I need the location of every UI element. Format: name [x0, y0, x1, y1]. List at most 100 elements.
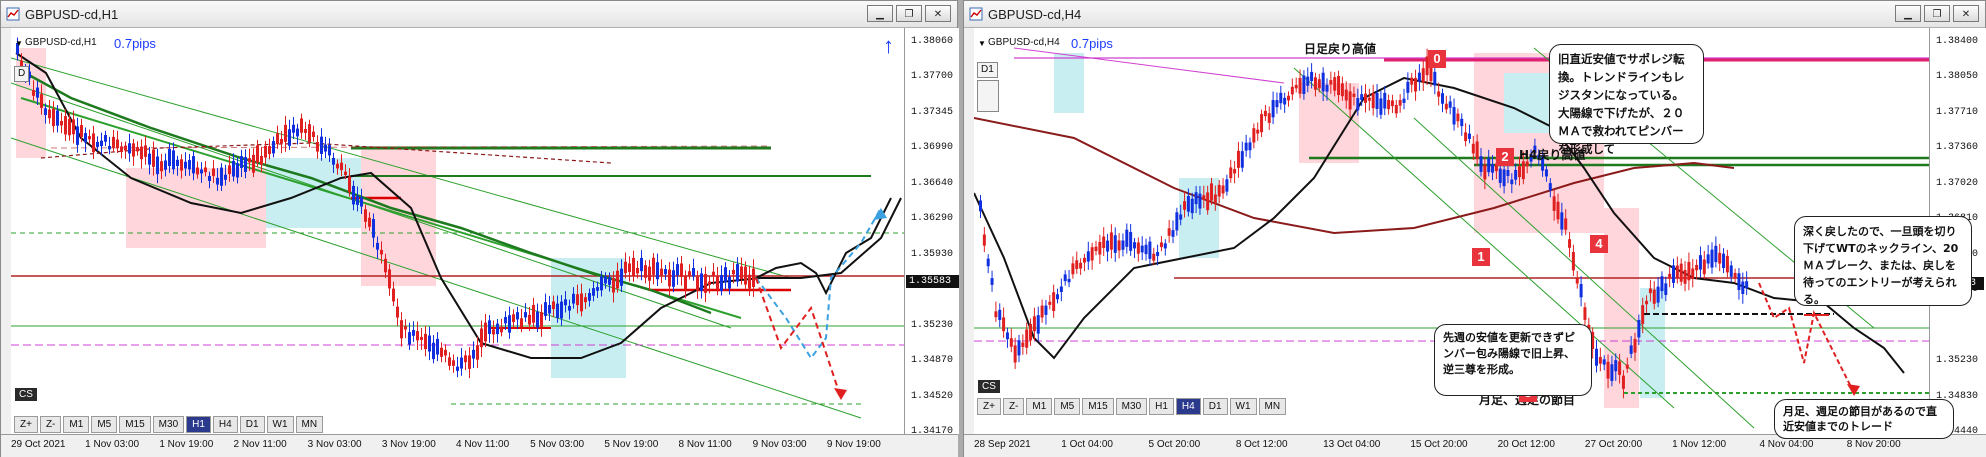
timeframe-button-m15[interactable]: M15 — [1082, 398, 1114, 415]
left-price-axis[interactable]: 1.35583 1.38060 1.37700 1.37345 1.36990 1.36… — [904, 28, 959, 437]
candle-body — [328, 145, 331, 156]
candle-body — [180, 159, 183, 171]
right-side-timeframe-label[interactable]: D1 — [977, 62, 998, 78]
left-dropdown-icon[interactable]: ▼ — [15, 39, 23, 48]
timeframe-button-zplus[interactable]: Z+ — [14, 416, 38, 433]
left-chart-window[interactable]: GBPUSD-cd,H1 ▁ ❐ ✕ ↑ GBPUSD-cd,H1 ▼ 0.7p… — [0, 0, 959, 457]
timeframe-button-d1[interactable]: D1 — [1202, 398, 1228, 415]
callout-entry-plan: 深く戻したので、一旦頭を切り下げてWTのネックライン、20ＭＡブレーク、または、… — [1794, 216, 1972, 306]
price-tick-label: 1.37345 — [911, 106, 954, 118]
timeframe-button-m15[interactable]: M15 — [119, 416, 151, 433]
timeframe-button-h4[interactable]: H4 — [212, 416, 238, 433]
candle-body — [1618, 361, 1622, 375]
candle-body — [236, 163, 239, 178]
candle-body — [388, 269, 391, 289]
candle-body — [1621, 375, 1625, 389]
timeframe-button-m5[interactable]: M5 — [1054, 398, 1081, 415]
candle-body — [440, 347, 443, 357]
timeframe-button-h1[interactable]: H1 — [1149, 398, 1174, 415]
candle-body — [724, 267, 727, 283]
candle-body — [1625, 364, 1629, 369]
candle-body — [200, 169, 203, 174]
candle-body — [184, 161, 187, 169]
right-chart-window[interactable]: GBPUSD-cd,H4 ▁ ❐ ✕ GBPUSD-cd,H4 ▼ 0.7pip… — [963, 0, 1986, 457]
candle-body — [1029, 323, 1033, 341]
candle-body — [1298, 78, 1302, 94]
candle-body — [1156, 251, 1160, 256]
price-tick-label: 1.35930 — [911, 248, 954, 260]
candle-body — [1052, 292, 1056, 312]
timeframe-button-h4[interactable]: H4 — [1175, 398, 1201, 415]
candle-body — [1433, 71, 1437, 86]
candle-body — [1140, 245, 1144, 253]
timeframe-button-m1[interactable]: M1 — [63, 416, 90, 433]
candle-body — [192, 156, 195, 174]
candle-body — [732, 269, 735, 275]
timeframe-button-zplus[interactable]: Z+ — [977, 398, 1001, 415]
candle-body — [196, 167, 199, 175]
left-side-timeframe-label[interactable]: D — [14, 66, 30, 82]
candle-body — [88, 136, 91, 140]
callout-support-resistance: 旧直近安値でサポレジ転換。トレンドラインもレジスタンになっている。大陽線で下げた… — [1549, 44, 1704, 156]
timeframe-button-zminus[interactable]: Z- — [1002, 398, 1025, 415]
candle-body — [740, 266, 743, 280]
maximize-button[interactable]: ❐ — [896, 5, 922, 22]
candle-body — [64, 116, 67, 135]
candle-body — [396, 306, 399, 318]
time-tick-label: 1 Nov 03:00 — [85, 439, 140, 450]
candle-body — [448, 357, 451, 366]
left-cs-badge[interactable]: CS — [15, 388, 37, 401]
timeframe-button-m30[interactable]: M30 — [152, 416, 185, 433]
candle-body — [1360, 94, 1364, 100]
candle-body — [468, 355, 471, 369]
daily-high-annotation: 日足戻り高値 — [1304, 42, 1377, 56]
timeframe-button-h1[interactable]: H1 — [186, 416, 211, 433]
candle-body — [1263, 110, 1267, 117]
timeframe-button-m5[interactable]: M5 — [91, 416, 118, 433]
maximize-button[interactable]: ❐ — [1924, 5, 1950, 22]
candle-body — [1652, 289, 1656, 304]
candle-body — [100, 140, 103, 147]
right-dropdown-icon[interactable]: ▼ — [978, 39, 986, 48]
right-cs-badge[interactable]: CS — [978, 380, 1000, 393]
candle-body — [348, 176, 351, 193]
close-button[interactable]: ✕ — [1953, 5, 1979, 22]
candle-body — [1560, 212, 1564, 230]
timeframe-button-w1[interactable]: W1 — [266, 416, 294, 433]
candle-body — [408, 332, 411, 345]
price-tick-label: 1.34870 — [911, 355, 954, 367]
candle-body — [1125, 229, 1129, 247]
timeframe-button-mn[interactable]: MN — [1258, 398, 1287, 415]
candle-body — [1568, 239, 1572, 248]
close-button[interactable]: ✕ — [925, 5, 951, 22]
candle-body — [1086, 251, 1090, 262]
candle-body — [1675, 265, 1679, 279]
left-time-axis[interactable]: 29 Oct 2021 1 Nov 03:00 1 Nov 19:00 2 Nov 1… — [1, 434, 958, 457]
candle-body — [1202, 195, 1206, 200]
candle-body — [1506, 170, 1510, 176]
candle-body — [516, 312, 519, 320]
timeframe-button-w1[interactable]: W1 — [1229, 398, 1257, 415]
left-titlebar[interactable]: GBPUSD-cd,H1 ▁ ❐ ✕ — [1, 1, 957, 28]
timeframe-button-m1[interactable]: M1 — [1026, 398, 1053, 415]
candle-body — [60, 120, 63, 126]
price-tick-label: 1.36290 — [911, 213, 954, 225]
minimize-button[interactable]: ▁ — [1895, 5, 1921, 22]
minimize-button[interactable]: ▁ — [867, 5, 893, 22]
right-side-panel-box — [977, 80, 999, 112]
candle-body — [1375, 92, 1379, 109]
candle-body — [260, 156, 263, 165]
price-tick-label: 1.37020 — [1936, 177, 1979, 189]
left-plot-area[interactable]: ↑ GBPUSD-cd,H1 ▼ 0.7pips D CS Z+ Z- M1 M5 M1… — [11, 28, 904, 434]
candle-body — [592, 288, 595, 296]
timeframe-button-zminus[interactable]: Z- — [39, 416, 62, 433]
candle-body — [1102, 236, 1106, 249]
timeframe-button-mn[interactable]: MN — [295, 416, 324, 433]
marker-4: 4 — [1590, 235, 1608, 253]
time-tick-label: 15 Oct 20:00 — [1410, 439, 1468, 450]
timeframe-button-m30[interactable]: M30 — [1115, 398, 1148, 415]
candle-body — [512, 314, 515, 323]
right-titlebar[interactable]: GBPUSD-cd,H4 ▁ ❐ ✕ — [964, 1, 1985, 28]
timeframe-button-d1[interactable]: D1 — [239, 416, 265, 433]
candle-body — [52, 108, 55, 127]
